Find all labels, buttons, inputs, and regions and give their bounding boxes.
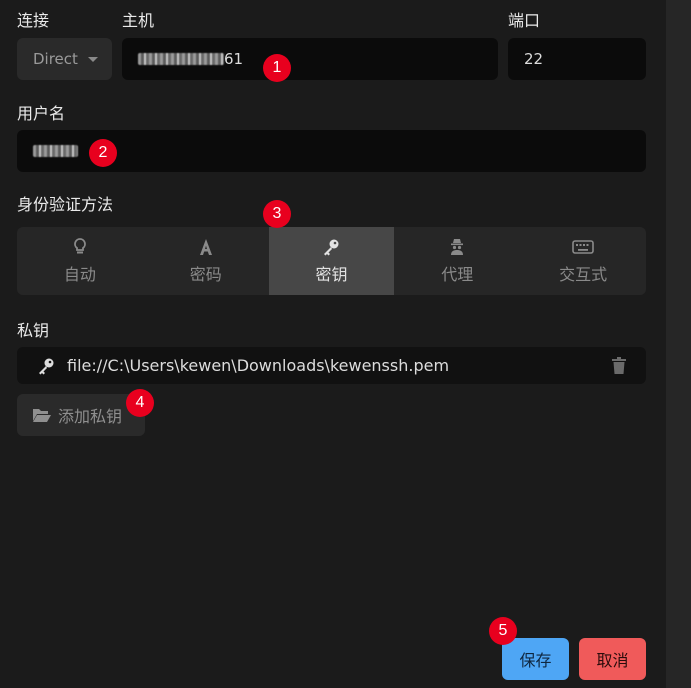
cancel-button-label: 取消: [596, 651, 629, 670]
private-key-path: file://C:\Users\kewen\Downloads\kewenssh…: [67, 356, 450, 375]
chevron-down-icon: [87, 56, 98, 62]
lightbulb-icon: [73, 237, 87, 257]
tab-password[interactable]: 密码: [143, 227, 269, 295]
tab-key[interactable]: 密钥: [268, 227, 395, 295]
private-key-item: file://C:\Users\kewen\Downloads\kewenssh…: [17, 347, 646, 384]
port-input[interactable]: 22: [508, 38, 646, 80]
agent-icon: [449, 237, 465, 257]
connection-select[interactable]: Direct: [17, 38, 112, 80]
scrollbar-track[interactable]: [666, 0, 691, 688]
tab-auto[interactable]: 自动: [17, 227, 143, 295]
folder-open-icon: [32, 407, 52, 423]
annotation-badge-5: 5: [489, 617, 517, 645]
port-label: 端口: [508, 11, 541, 30]
annotation-badge-2: 2: [89, 139, 117, 167]
annotation-badge-4: 4: [126, 389, 154, 417]
tab-interactive[interactable]: 交互式: [520, 227, 646, 295]
tab-interactive-label: 交互式: [559, 265, 608, 284]
port-value: 22: [524, 50, 544, 68]
tab-agent[interactable]: 代理: [394, 227, 520, 295]
tab-password-label: 密码: [189, 265, 222, 284]
annotation-badge-3: 3: [263, 200, 291, 228]
username-redacted: [33, 145, 78, 157]
connection-label: 连接: [17, 11, 50, 30]
host-redacted: [138, 53, 224, 65]
cancel-button[interactable]: 取消: [579, 638, 646, 680]
save-button-label: 保存: [519, 651, 552, 670]
tab-auto-label: 自动: [63, 265, 96, 284]
auth-method-label: 身份验证方法: [17, 195, 114, 214]
add-private-key-label: 添加私钥: [58, 407, 123, 426]
private-key-label: 私钥: [17, 321, 50, 340]
tab-key-label: 密钥: [315, 265, 348, 284]
annotation-badge-1: 1: [263, 54, 291, 82]
save-button[interactable]: 保存: [502, 638, 569, 680]
username-label: 用户名: [17, 104, 66, 123]
tab-agent-label: 代理: [441, 265, 474, 284]
font-icon: [198, 237, 214, 257]
auth-method-tabs: 自动 密码 密钥 代理 交互式: [17, 227, 646, 295]
key-icon: [37, 357, 55, 375]
connection-select-value: Direct: [33, 50, 78, 68]
keyboard-icon: [572, 237, 594, 257]
trash-icon[interactable]: [612, 357, 626, 374]
host-value: 61: [224, 50, 244, 68]
host-input[interactable]: 61: [122, 38, 498, 80]
key-icon: [322, 237, 340, 257]
host-label: 主机: [122, 11, 155, 30]
